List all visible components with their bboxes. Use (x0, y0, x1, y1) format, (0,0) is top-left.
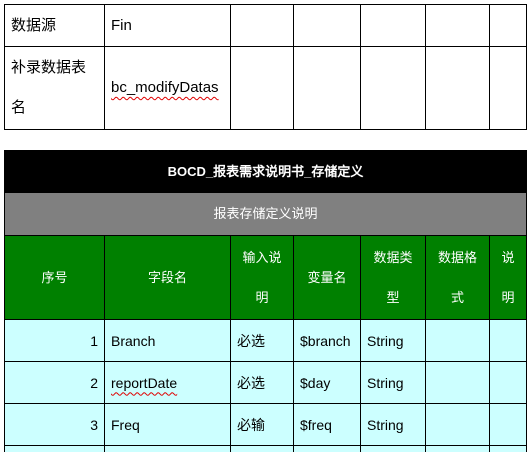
data-type: String (367, 332, 404, 349)
header-label: 数据格式 (437, 249, 477, 305)
field-name: reportDate (111, 374, 178, 391)
variable-name-cell[interactable]: $freq (294, 404, 361, 446)
variable-name: $branch (300, 332, 351, 349)
header-cell-input-desc[interactable]: 输入说明 (231, 236, 294, 320)
info-value-cell[interactable]: bc_modifyDatas (105, 47, 231, 130)
header-cell-description[interactable]: 说明 (490, 236, 527, 320)
table-cell[interactable] (5, 446, 105, 452)
variable-name: $day (300, 374, 331, 391)
info-label: 补录数据表名 (11, 59, 87, 116)
input-desc: 必输 (237, 416, 265, 433)
field-name-cell[interactable]: reportDate (105, 362, 231, 404)
header-label: 输入说明 (242, 249, 282, 305)
table-subtitle-cell[interactable]: 报表存储定义说明 (5, 193, 527, 236)
table-cell[interactable] (490, 446, 527, 452)
info-label-cell[interactable]: 补录数据表名 (5, 47, 105, 130)
table-title: BOCD_报表需求说明书_存储定义 (167, 163, 364, 179)
header-cell-variable-name[interactable]: 变量名 (294, 236, 361, 320)
description-cell[interactable] (490, 362, 527, 404)
variable-name: $freq (300, 416, 332, 433)
data-type-cell[interactable]: String (361, 362, 426, 404)
empty-cell[interactable] (490, 47, 527, 130)
description-cell[interactable] (490, 320, 527, 362)
info-value-cell[interactable]: Fin (105, 5, 231, 47)
empty-cell[interactable] (294, 47, 361, 130)
table-cell[interactable] (294, 446, 361, 452)
field-name: Branch (111, 332, 156, 349)
info-value: Fin (111, 16, 132, 34)
table-title-cell[interactable]: BOCD_报表需求说明书_存储定义 (5, 151, 527, 193)
header-label: 说明 (501, 249, 515, 305)
header-cell-data-type[interactable]: 数据类型 (361, 236, 426, 320)
table-cell[interactable] (105, 446, 231, 452)
document-page: 数据源 Fin 补录数据表名 bc_modifyDatas BOCD_报表需求说… (0, 0, 530, 452)
data-type-cell[interactable]: String (361, 404, 426, 446)
table-cell[interactable] (361, 446, 426, 452)
header-cell-field-name[interactable]: 字段名 (105, 236, 231, 320)
input-desc: 必选 (237, 332, 265, 349)
seq-no-cell[interactable]: 2 (5, 362, 105, 404)
field-name: Freq (111, 416, 140, 433)
empty-cell[interactable] (294, 5, 361, 47)
field-name-cell[interactable]: Freq (105, 404, 231, 446)
table-cell[interactable] (231, 446, 294, 452)
data-type-cell[interactable]: String (361, 320, 426, 362)
empty-cell[interactable] (426, 5, 490, 47)
empty-cell[interactable] (231, 5, 294, 47)
data-format-cell[interactable] (426, 320, 490, 362)
empty-cell[interactable] (361, 47, 426, 130)
data-format-cell[interactable] (426, 362, 490, 404)
header-cell-data-format[interactable]: 数据格式 (426, 236, 490, 320)
input-desc-cell[interactable]: 必选 (231, 362, 294, 404)
input-desc-cell[interactable]: 必输 (231, 404, 294, 446)
description-cell[interactable] (490, 404, 527, 446)
input-desc-cell[interactable]: 必选 (231, 320, 294, 362)
header-label: 变量名 (307, 269, 347, 285)
header-label: 字段名 (147, 269, 187, 285)
input-desc: 必选 (237, 374, 265, 391)
storage-definition-table: BOCD_报表需求说明书_存储定义 报表存储定义说明 序号 字段名 输入说明 变… (4, 150, 527, 452)
data-format-cell[interactable] (426, 404, 490, 446)
data-type: String (367, 374, 404, 391)
header-label: 序号 (41, 269, 68, 285)
seq-no-cell[interactable]: 1 (5, 320, 105, 362)
variable-name-cell[interactable]: $day (294, 362, 361, 404)
info-table: 数据源 Fin 补录数据表名 bc_modifyDatas (4, 4, 527, 130)
empty-cell[interactable] (490, 5, 527, 47)
info-label-cell[interactable]: 数据源 (5, 5, 105, 47)
seq-no: 3 (90, 416, 98, 433)
table-subtitle: 报表存储定义说明 (213, 206, 318, 221)
header-label: 数据类型 (373, 249, 413, 305)
header-cell-seq-no[interactable]: 序号 (5, 236, 105, 320)
empty-cell[interactable] (231, 47, 294, 130)
variable-name-cell[interactable]: $branch (294, 320, 361, 362)
data-type: String (367, 416, 404, 433)
seq-no-cell[interactable]: 3 (5, 404, 105, 446)
field-name-cell[interactable]: Branch (105, 320, 231, 362)
info-value: bc_modifyDatas (111, 79, 219, 96)
seq-no: 1 (90, 332, 98, 349)
info-label: 数据源 (11, 16, 57, 34)
empty-cell[interactable] (361, 5, 426, 47)
table-cell[interactable] (426, 446, 490, 452)
empty-cell[interactable] (426, 47, 490, 130)
seq-no: 2 (90, 374, 98, 391)
